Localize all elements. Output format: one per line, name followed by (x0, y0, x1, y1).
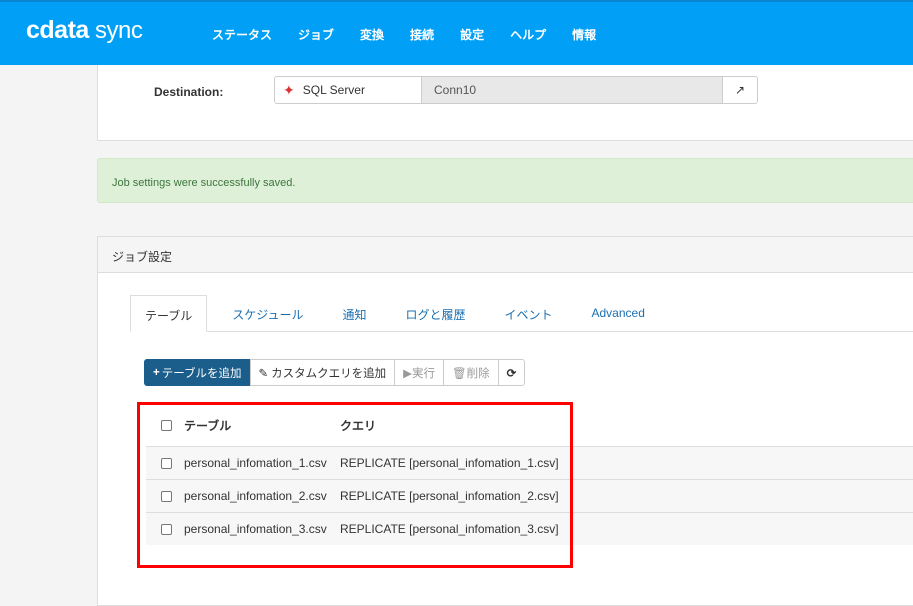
refresh-icon: ⟳ (506, 367, 517, 380)
nav-info[interactable]: 情報 (572, 26, 596, 43)
edit-icon: ✎ (258, 367, 269, 380)
destination-label: Destination: (154, 85, 224, 99)
run-button[interactable]: ▶ 実行 (394, 359, 445, 386)
tab-schedule[interactable]: スケジュール (218, 295, 317, 332)
destination-card: Destination: ✦ SQL Server Conn10 ↗ (97, 65, 913, 141)
destination-field[interactable]: ✦ SQL Server Conn10 ↗ (274, 76, 758, 104)
top-nav: cdata sync ステータス ジョブ 変換 接続 設定 ヘルプ 情報 (0, 0, 913, 65)
delete-button[interactable]: 🗑 削除 (443, 359, 499, 386)
nav-jobs[interactable]: ジョブ (298, 26, 334, 43)
tab-events[interactable]: イベント (490, 295, 566, 332)
panel-title: ジョブ設定 (98, 237, 913, 273)
tab-logs[interactable]: ログと履歴 (391, 295, 479, 332)
add-custom-query-button[interactable]: ✎ カスタムクエリを追加 (249, 359, 396, 386)
add-table-button[interactable]: + テーブルを追加 (144, 359, 251, 386)
refresh-button[interactable]: ⟳ (497, 359, 526, 386)
tab-tables[interactable]: テーブル (130, 295, 208, 332)
highlight-box (137, 402, 573, 568)
plus-icon: + (153, 366, 160, 379)
tab-advanced[interactable]: Advanced (578, 295, 659, 332)
nav-settings[interactable]: 設定 (460, 26, 484, 43)
nav-transform[interactable]: 変換 (360, 26, 384, 43)
nav-help[interactable]: ヘルプ (510, 26, 546, 43)
nav-status[interactable]: ステータス (212, 26, 272, 43)
external-link-icon[interactable]: ↗ (723, 77, 757, 103)
logo[interactable]: cdata sync (26, 16, 143, 45)
play-icon: ▶ (403, 367, 413, 380)
success-alert: Job settings were successfully saved. (97, 158, 913, 203)
destination-connection: Conn10 (422, 77, 723, 103)
sql-server-icon: ✦ (283, 81, 295, 98)
trash-icon: 🗑 (452, 367, 467, 380)
destination-source: SQL Server (302, 83, 365, 97)
tab-notifications[interactable]: 通知 (328, 295, 380, 332)
nav-connections[interactable]: 接続 (410, 26, 434, 43)
